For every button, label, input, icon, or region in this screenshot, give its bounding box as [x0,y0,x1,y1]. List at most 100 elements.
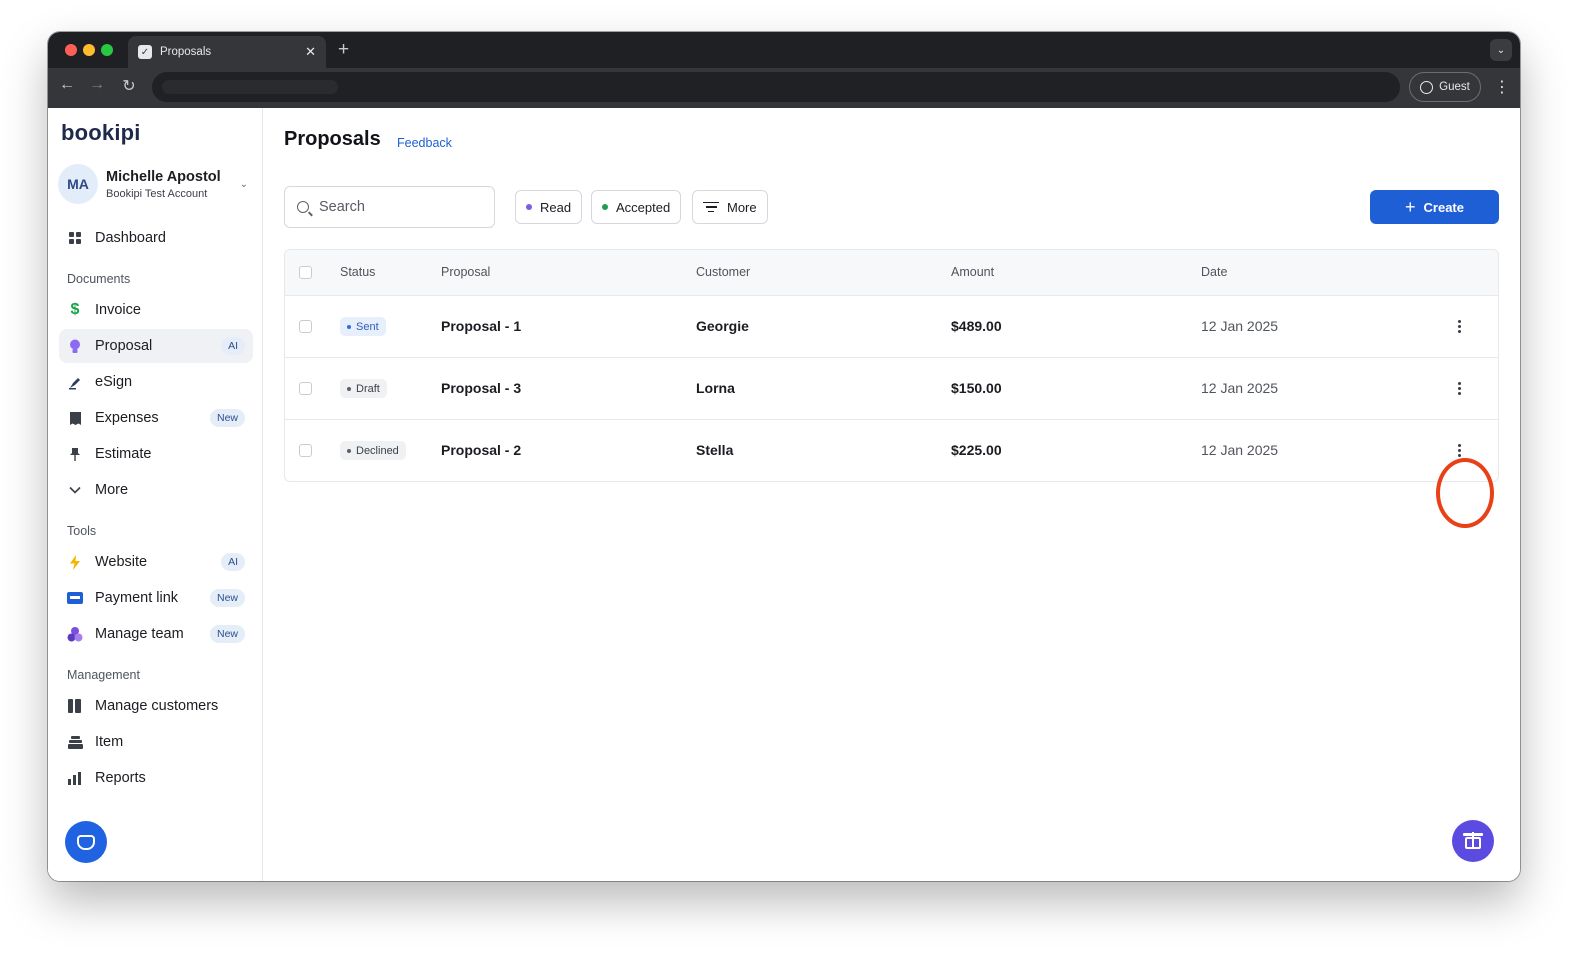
new-badge: New [209,409,245,427]
sidebar-item-more[interactable]: More [59,473,253,507]
sidebar-item-label: Website [95,554,148,570]
app-root: bookipi MA Michelle Apostol Bookipi Test… [48,108,1520,881]
browser-window: ✓ Proposals ✕ + ⌄ ← → ↻ Guest ⋮ bookipi … [48,32,1520,881]
status-text: Sent [356,320,379,333]
sidebar-item-label: Manage customers [95,698,219,714]
section-label-documents: Documents [67,272,131,286]
back-button[interactable]: ← [56,76,78,94]
sidebar-item-proposal[interactable]: Proposal AI [59,329,253,363]
close-window-button[interactable] [65,44,77,56]
chat-support-button[interactable] [65,821,107,863]
column-header-status[interactable]: Status [340,265,375,279]
status-dot [602,204,608,210]
search-field[interactable] [284,186,495,228]
user-name: Michelle Apostol [106,168,221,185]
highlight-annotation-circle [1436,458,1494,528]
sidebar-item-item[interactable]: Item [59,725,253,759]
status-dot [347,386,351,391]
status-dot [347,448,351,453]
sidebar-item-esign[interactable]: eSign [59,365,253,399]
sidebar: bookipi MA Michelle Apostol Bookipi Test… [48,108,263,881]
sidebar-item-label: Reports [95,770,146,786]
account-switcher[interactable]: MA Michelle Apostol Bookipi Test Account… [58,162,248,206]
row-checkbox[interactable] [299,382,312,395]
column-header-proposal[interactable]: Proposal [441,265,490,279]
close-tab-icon[interactable]: ✕ [305,44,316,60]
date: 12 Jan 2025 [1201,442,1279,458]
table-row[interactable]: Declined Proposal - 2 Stella $225.00 12 … [285,420,1498,481]
feedback-link[interactable]: Feedback [397,136,452,150]
gift-button[interactable] [1452,820,1494,862]
forward-button[interactable]: → [86,76,108,94]
proposal-name: Proposal - 1 [441,318,522,334]
status-dot [526,204,532,210]
receipt-icon [67,410,83,426]
lightbulb-icon [67,338,83,354]
create-button[interactable]: + Create [1370,190,1499,224]
amount: $489.00 [951,318,1002,334]
card-icon [67,590,83,606]
tab-search-button[interactable]: ⌄ [1490,39,1512,61]
sidebar-item-payment-link[interactable]: Payment link New [59,581,253,615]
more-options-icon[interactable] [1458,444,1461,457]
column-header-customer[interactable]: Customer [696,265,750,279]
gift-icon [1463,831,1483,849]
tab-strip: ✓ Proposals ✕ + ⌄ [48,32,1520,68]
more-options-icon[interactable] [1458,320,1461,333]
profile-icon [1420,80,1434,94]
more-options-icon[interactable] [1458,382,1461,395]
search-input[interactable] [319,199,469,215]
sidebar-item-label: Estimate [95,446,152,462]
filter-accepted[interactable]: Accepted [591,190,682,224]
tab-title: Proposals [160,46,212,58]
minimize-window-button[interactable] [83,44,95,56]
redacted-url [162,80,338,94]
chat-icon [77,834,95,850]
avatar: MA [58,164,98,204]
column-header-date[interactable]: Date [1201,265,1227,279]
pen-icon [67,374,83,390]
sidebar-item-label: Item [95,734,124,750]
page-title: Proposals [284,128,381,150]
search-icon [297,201,309,213]
filter-more[interactable]: More [692,190,768,224]
maximize-window-button[interactable] [101,44,113,56]
bookipi-logo[interactable]: bookipi [61,120,141,146]
table-row[interactable]: Draft Proposal - 3 Lorna $150.00 12 Jan … [285,358,1498,420]
pin-icon [67,446,83,462]
column-header-amount[interactable]: Amount [951,265,994,279]
plus-icon: + [1405,197,1416,217]
proposal-name: Proposal - 2 [441,442,522,458]
sidebar-item-label: Manage team [95,626,184,642]
reload-button[interactable]: ↻ [118,76,140,96]
date: 12 Jan 2025 [1201,318,1279,334]
new-tab-button[interactable]: + [338,39,349,61]
table-row[interactable]: Sent Proposal - 1 Georgie $489.00 12 Jan… [285,296,1498,358]
chevron-down-icon: ⌄ [239,178,248,190]
profile-button[interactable]: Guest [1409,72,1481,102]
sidebar-item-expenses[interactable]: Expenses New [59,401,253,435]
address-bar[interactable] [152,72,1400,102]
row-checkbox[interactable] [299,444,312,457]
sidebar-item-estimate[interactable]: Estimate [59,437,253,471]
filter-read[interactable]: Read [515,190,583,224]
sidebar-item-website[interactable]: Website AI [59,545,253,579]
browser-toolbar: ← → ↻ Guest ⋮ [48,68,1520,108]
sidebar-item-invoice[interactable]: $ Invoice [59,293,253,327]
select-all-checkbox[interactable] [299,266,312,279]
sidebar-item-dashboard[interactable]: Dashboard [59,221,253,255]
row-checkbox[interactable] [299,320,312,333]
filter-icon [703,201,719,213]
status-badge: Sent [340,317,386,336]
sidebar-item-manage-team[interactable]: Manage team New [59,617,253,651]
status-badge: Declined [340,441,406,460]
sidebar-item-reports[interactable]: Reports [59,761,253,795]
ai-badge: AI [221,337,245,355]
browser-menu-icon[interactable]: ⋮ [1494,77,1510,97]
sidebar-item-manage-customers[interactable]: Manage customers [59,689,253,723]
sidebar-item-label: Dashboard [95,230,166,246]
bar-chart-icon [67,770,83,786]
lightning-icon [67,554,83,570]
account-name: Bookipi Test Account [106,187,208,200]
tab-proposals[interactable]: ✓ Proposals ✕ [128,36,326,68]
